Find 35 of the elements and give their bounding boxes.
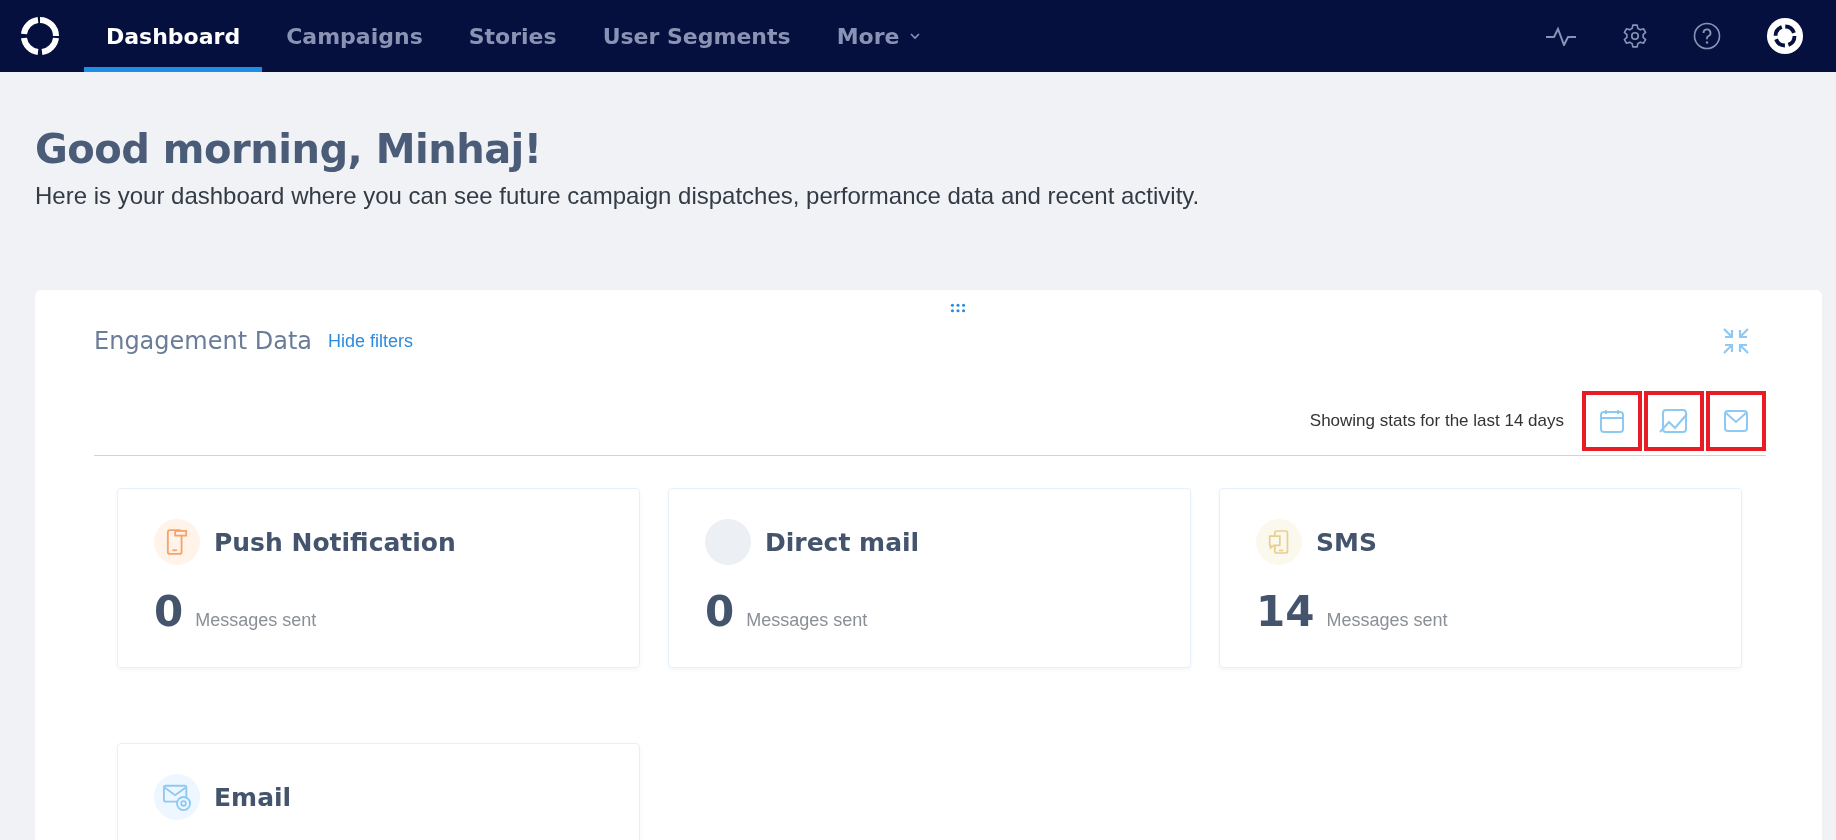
calendar-icon bbox=[1599, 408, 1625, 434]
greeting-subtitle: Here is your dashboard where you can see future campaign dispatches, performance data and recent activity. bbox=[35, 182, 1201, 210]
panel-title: Engagement Data bbox=[94, 327, 312, 355]
pulse-icon[interactable] bbox=[1545, 26, 1577, 46]
nav-tab[interactable]: Stories bbox=[446, 0, 579, 72]
channel-name: Push Notification bbox=[214, 527, 456, 557]
nav-tab[interactable]: More bbox=[814, 0, 944, 72]
filter-button[interactable] bbox=[1582, 391, 1642, 451]
messages-label: Messages sent bbox=[746, 610, 868, 631]
stats-range-text: Showing stats for the last 14 days bbox=[1309, 411, 1564, 431]
phone-notification-icon bbox=[166, 528, 188, 556]
greeting-title: Good morning, Minhaj! bbox=[35, 125, 543, 174]
nav-tab[interactable]: User Segments bbox=[580, 0, 813, 72]
hide-filters-link[interactable]: Hide filters bbox=[328, 330, 414, 352]
messages-label: Messages sent bbox=[195, 610, 317, 631]
messages-count: 0 bbox=[705, 587, 735, 636]
channel-name: SMS bbox=[1316, 527, 1377, 557]
filter-button[interactable] bbox=[1644, 391, 1704, 451]
channel-name: Direct mail bbox=[765, 527, 920, 557]
channel-name: Email bbox=[214, 782, 292, 812]
email-at-icon bbox=[162, 783, 192, 811]
help-icon[interactable] bbox=[1693, 22, 1721, 50]
phone-chat-icon bbox=[1268, 528, 1290, 556]
nav-tab[interactable]: Dashboard bbox=[84, 0, 263, 72]
messages-label: Messages sent bbox=[1326, 610, 1448, 631]
nav-tab[interactable]: Campaigns bbox=[264, 0, 445, 72]
mail-icon bbox=[1723, 408, 1749, 434]
line-chart-icon bbox=[1659, 408, 1689, 434]
drag-handle-icon[interactable] bbox=[950, 303, 966, 313]
settings-icon[interactable] bbox=[1622, 23, 1648, 49]
messages-count: 14 bbox=[1256, 587, 1315, 636]
filter-button[interactable] bbox=[1706, 391, 1766, 451]
ring-logo-icon[interactable] bbox=[20, 16, 60, 56]
profile-avatar-icon[interactable] bbox=[1766, 17, 1804, 55]
messages-count: 0 bbox=[154, 587, 184, 636]
